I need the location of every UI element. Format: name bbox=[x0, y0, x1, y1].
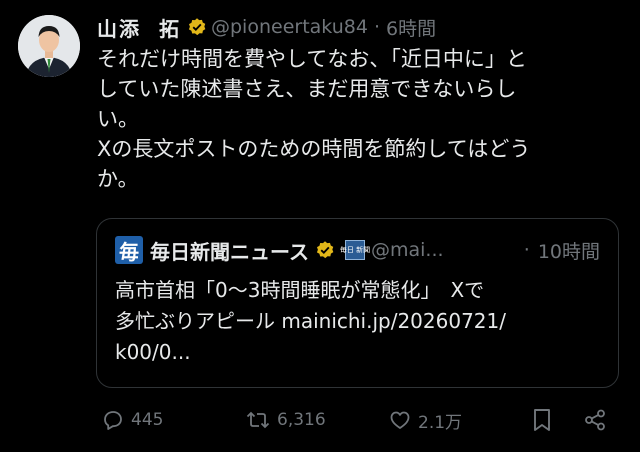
separator-dot: · bbox=[523, 239, 530, 261]
quoted-post[interactable]: 毎 毎日新聞ニュース 毎日 新聞 @mai... · 10時間 高市首相「0〜3… bbox=[96, 218, 619, 388]
post-text-line: していた陳述書さえ、まだ用意できないらし bbox=[97, 77, 517, 101]
verified-badge-icon bbox=[187, 17, 207, 37]
post-text: それだけ時間を費やしてなお、「近日中に」と していた陳述書さえ、まだ用意できない… bbox=[97, 44, 617, 194]
post-header: 山添 拓 @pioneertaku84 · 6時間 bbox=[97, 10, 436, 44]
post-text-line: い。 bbox=[97, 107, 139, 131]
post-text-line: それだけ時間を費やしてなお、「近日中に」と bbox=[97, 47, 527, 71]
like-count: 2.1万 bbox=[418, 412, 463, 433]
bookmark-button[interactable] bbox=[531, 400, 553, 440]
quoted-text-line: k00/0... bbox=[115, 340, 191, 364]
separator-dot: · bbox=[373, 16, 380, 38]
like-icon bbox=[390, 411, 410, 429]
quoted-account-handle: @mai... bbox=[371, 239, 444, 261]
avatar[interactable] bbox=[18, 15, 80, 77]
share-button[interactable] bbox=[583, 400, 607, 440]
quoted-text-line: 高市首相「0〜3時間睡眠が常態化」 Xで bbox=[115, 278, 485, 302]
post-text-line: Xの長文ポストのための時間を節約してはどう bbox=[97, 137, 531, 161]
action-bar: 445 6,316 2.1万 bbox=[97, 400, 617, 440]
quoted-post-time-wrap: · 10時間 bbox=[524, 233, 600, 267]
reply-button[interactable]: 445 bbox=[101, 400, 163, 440]
post-time[interactable]: 6時間 bbox=[386, 14, 436, 41]
repost-count: 6,316 bbox=[277, 410, 326, 430]
like-button[interactable]: 2.1万 bbox=[388, 400, 462, 440]
quoted-post-header: 毎 毎日新聞ニュース 毎日 新聞 @mai... bbox=[115, 233, 444, 267]
share-icon bbox=[585, 409, 605, 431]
repost-button[interactable]: 6,316 bbox=[245, 400, 326, 440]
affiliate-badge: 毎日 新聞 bbox=[340, 240, 370, 260]
reply-count: 445 bbox=[131, 410, 164, 430]
quoted-post-time: 10時間 bbox=[537, 240, 600, 263]
repost-icon bbox=[246, 411, 270, 429]
author-handle[interactable]: @pioneertaku84 bbox=[211, 16, 368, 38]
post-text-line: か。 bbox=[97, 167, 139, 191]
reply-icon bbox=[104, 411, 122, 430]
verified-badge-icon bbox=[315, 240, 335, 260]
quoted-account-name: 毎日新聞ニュース bbox=[150, 239, 309, 264]
author-name[interactable]: 山添 bbox=[97, 13, 141, 42]
author-name-part-2[interactable]: 拓 bbox=[159, 13, 181, 42]
quoted-post-text: 高市首相「0〜3時間睡眠が常態化」 Xで 多忙ぶりアピール mainichi.j… bbox=[115, 275, 605, 368]
bookmark-icon bbox=[534, 409, 550, 431]
quoted-account-logo: 毎 bbox=[115, 236, 143, 264]
quoted-text-line: 多忙ぶりアピール mainichi.jp/20260721/ bbox=[115, 309, 506, 333]
